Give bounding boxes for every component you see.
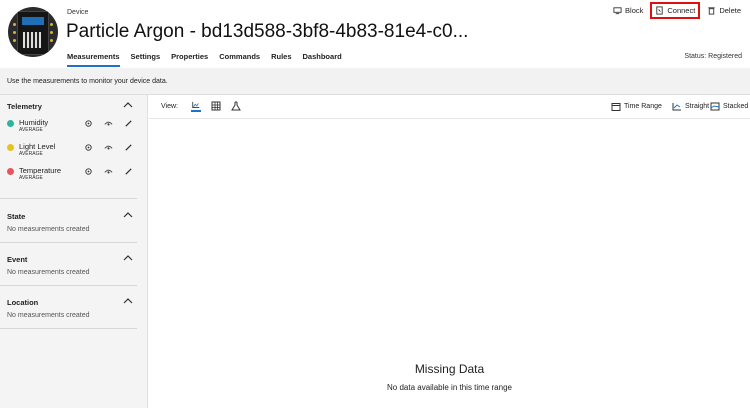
flask-view-icon[interactable] — [231, 101, 241, 112]
location-title: Location — [7, 298, 39, 307]
calendar-icon — [611, 103, 621, 111]
board-pin — [13, 31, 16, 34]
measurement-aggregation: AVERAGE — [19, 151, 43, 157]
grid-view-icon[interactable] — [211, 101, 221, 112]
status-text: Status: Registered — [684, 53, 742, 60]
state-section: State No measurements created — [0, 200, 137, 243]
telemetry-header: Telemetry — [0, 95, 137, 116]
line-chart-icon — [672, 103, 681, 111]
tab-properties[interactable]: Properties — [171, 52, 208, 67]
measurement-item-temperature[interactable]: Temperature AVERAGE — [0, 164, 137, 188]
measurement-name: Light Level — [19, 142, 56, 151]
chevron-up-icon[interactable] — [123, 101, 133, 109]
connect-icon — [656, 6, 664, 15]
pencil-icon[interactable] — [124, 167, 133, 176]
tab-bar: Measurements Settings Properties Command… — [67, 52, 342, 67]
board-pin — [50, 23, 53, 26]
board-pin — [50, 39, 53, 42]
device-label: Device — [67, 9, 89, 16]
chart-panel: View: Time Range Straight Stacked Missin… — [149, 95, 750, 408]
humidity-color-dot — [7, 120, 14, 127]
stacked-label: Stacked — [723, 103, 749, 110]
event-empty-text: No measurements created — [7, 269, 90, 276]
board-pin — [50, 31, 53, 34]
stacked-button[interactable]: Stacked — [710, 102, 748, 111]
hint-bar: Use the measurements to monitor your dev… — [0, 68, 750, 95]
state-title: State — [7, 212, 26, 221]
board-pin — [13, 39, 16, 42]
measurement-item-light-level[interactable]: Light Level AVERAGE — [0, 140, 137, 164]
state-empty-text: No measurements created — [7, 226, 90, 233]
connect-button[interactable]: Connect — [650, 2, 701, 19]
device-header: Device Particle Argon - bd13d588-3bf8-4b… — [0, 0, 750, 68]
measurements-sidebar: Telemetry Humidity AVERAGE Light Level A… — [0, 95, 148, 408]
measurement-aggregation: AVERAGE — [19, 127, 43, 133]
location-section: Location No measurements created — [0, 286, 137, 329]
block-button[interactable]: Block — [610, 4, 646, 17]
event-title: Event — [7, 255, 28, 264]
state-header: State — [0, 200, 137, 224]
header-actions: Block Connect Delete — [610, 2, 744, 19]
pencil-icon[interactable] — [124, 119, 133, 128]
trash-icon — [708, 7, 715, 15]
tab-rules[interactable]: Rules — [271, 52, 291, 67]
missing-data-subtitle: No data available in this time range — [387, 383, 512, 392]
eye-icon[interactable] — [104, 167, 113, 176]
chevron-up-icon[interactable] — [123, 297, 133, 305]
telemetry-section: Telemetry Humidity AVERAGE Light Level A… — [0, 95, 137, 199]
telemetry-title: Telemetry — [7, 102, 42, 111]
stacked-chart-icon — [710, 102, 720, 111]
event-header: Event — [0, 243, 137, 267]
board-chip — [23, 32, 41, 48]
chart-view-icon[interactable] — [191, 101, 201, 112]
block-icon — [613, 7, 622, 15]
straight-label: Straight — [685, 103, 710, 110]
tab-commands[interactable]: Commands — [219, 52, 260, 67]
board-pin — [13, 23, 16, 26]
delete-label: Delete — [719, 6, 741, 15]
measurement-name: Humidity — [19, 118, 49, 127]
view-label: View: — [161, 103, 178, 110]
chevron-up-icon[interactable] — [123, 211, 133, 219]
tab-measurements[interactable]: Measurements — [67, 52, 120, 67]
eye-icon[interactable] — [104, 143, 113, 152]
pencil-icon[interactable] — [124, 143, 133, 152]
location-header: Location — [0, 286, 137, 310]
missing-data-title: Missing Data — [414, 362, 485, 376]
chart-toolbar: View: Time Range Straight Stacked — [149, 95, 750, 119]
time-range-button[interactable]: Time Range — [611, 102, 662, 111]
device-avatar — [8, 7, 58, 57]
measurement-name: Temperature — [19, 166, 62, 175]
measurement-item-humidity[interactable]: Humidity AVERAGE — [0, 116, 137, 140]
tab-settings[interactable]: Settings — [131, 52, 161, 67]
temperature-color-dot — [7, 168, 14, 175]
measurement-aggregation: AVERAGE — [19, 175, 43, 181]
time-range-label: Time Range — [624, 103, 662, 110]
gear-icon[interactable] — [84, 119, 93, 128]
block-label: Block — [625, 6, 644, 15]
page-title: Particle Argon - bd13d588-3bf8-4b83-81e4… — [66, 21, 469, 42]
gear-icon[interactable] — [84, 167, 93, 176]
eye-icon[interactable] — [104, 119, 113, 128]
delete-button[interactable]: Delete — [704, 4, 744, 17]
connect-label: Connect — [667, 6, 696, 15]
location-empty-text: No measurements created — [7, 312, 90, 319]
event-section: Event No measurements created — [0, 243, 137, 286]
light-level-color-dot — [7, 144, 14, 151]
board-screen — [22, 17, 44, 25]
tab-dashboard[interactable]: Dashboard — [303, 52, 342, 67]
gear-icon[interactable] — [84, 143, 93, 152]
chevron-up-icon[interactable] — [123, 254, 133, 262]
straight-button[interactable]: Straight — [672, 102, 709, 111]
hint-text: Use the measurements to monitor your dev… — [7, 78, 168, 85]
